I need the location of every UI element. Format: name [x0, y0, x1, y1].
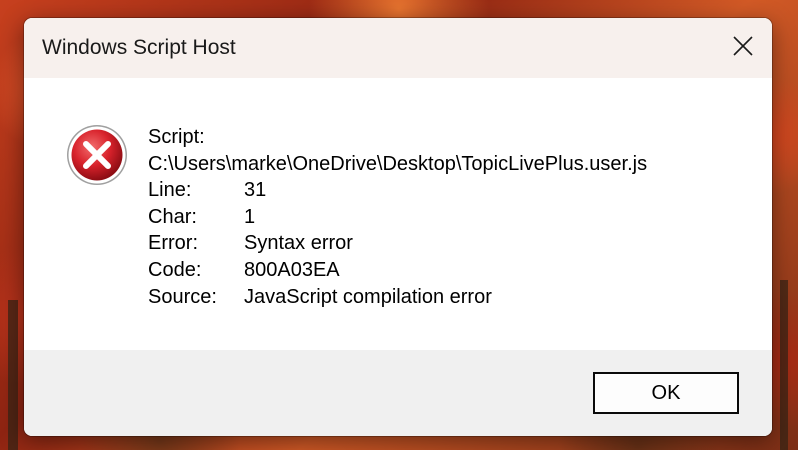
source-value: JavaScript compilation error	[244, 285, 492, 308]
script-host-dialog: Windows Script Host Script: C:\Users\mar…	[24, 18, 772, 436]
dialog-footer: OK	[24, 350, 772, 436]
char-value: 1	[244, 205, 256, 228]
title-bar[interactable]: Windows Script Host	[24, 18, 772, 78]
wallpaper-tree-trunk	[780, 280, 788, 450]
line-value: 31	[244, 179, 267, 202]
source-label: Source:	[148, 285, 217, 308]
code-label: Code:	[148, 258, 202, 281]
close-icon	[733, 36, 753, 56]
script-label: Script:	[148, 126, 205, 148]
error-label: Error:	[148, 232, 198, 255]
script-path: C:\Users\marke\OneDrive\Desktop\TopicLiv…	[148, 152, 648, 175]
code-value: 800A03EA	[244, 258, 340, 281]
dialog-content: Script: C:\Users\marke\OneDrive\Desktop\…	[24, 78, 772, 350]
error-icon	[65, 123, 129, 187]
ok-button[interactable]: OK	[593, 372, 739, 414]
close-button[interactable]	[714, 18, 772, 76]
window-title: Windows Script Host	[42, 36, 236, 59]
wallpaper-tree-trunk	[8, 300, 18, 450]
char-label: Char:	[148, 205, 197, 228]
error-value: Syntax error	[244, 232, 353, 255]
line-label: Line:	[148, 179, 192, 202]
